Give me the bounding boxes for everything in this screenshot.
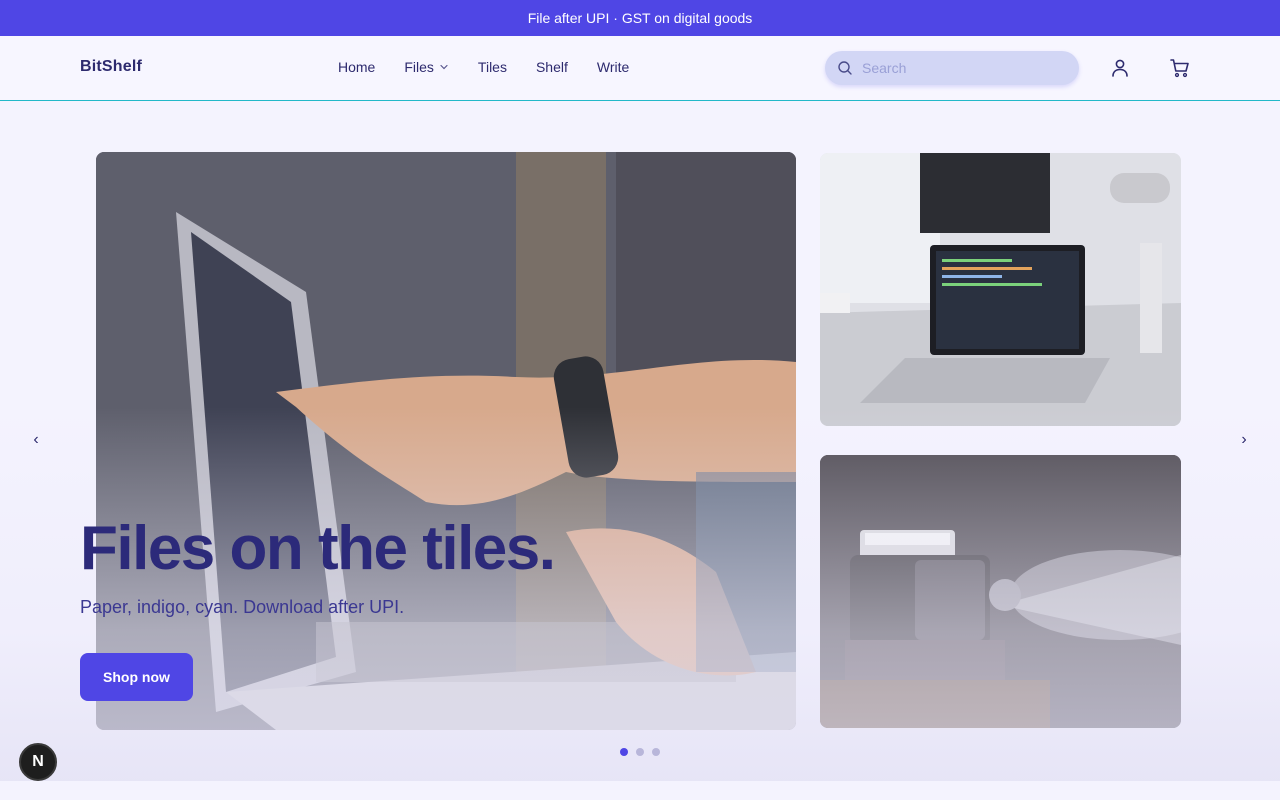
search-box[interactable] — [825, 51, 1079, 85]
carousel-dot-1[interactable] — [620, 748, 628, 756]
tile-projector[interactable] — [820, 455, 1181, 728]
search-icon — [838, 61, 852, 75]
user-icon[interactable] — [1108, 56, 1132, 80]
laptop-desk-photo — [820, 153, 1181, 426]
search-input[interactable] — [862, 60, 1062, 76]
carousel-dot-3[interactable] — [652, 748, 660, 756]
nav-home-label: Home — [338, 59, 376, 75]
site-header: BitShelf Home Files Tiles Shelf Write — [0, 36, 1280, 101]
carousel-dot-2[interactable] — [636, 748, 644, 756]
chevron-down-icon — [440, 64, 448, 70]
laptop-hand-photo — [96, 152, 796, 730]
hero-subline: Paper, indigo, cyan. Download after UPI. — [80, 597, 405, 617]
nav-home[interactable]: Home — [338, 59, 375, 75]
tile-laptop-desk[interactable] — [820, 153, 1181, 426]
hero-main-image — [96, 152, 796, 730]
cart-icon[interactable] — [1168, 56, 1192, 80]
nav-shelf[interactable]: Shelf — [536, 59, 568, 75]
announcement-text: File after UPI · GST on digital goods — [527, 10, 753, 26]
shop-now-button[interactable]: Shop now — [80, 653, 193, 701]
projector-photo — [820, 455, 1181, 728]
carousel-prev-button[interactable]: ‹ — [28, 431, 44, 451]
nav-write-label: Write — [596, 59, 630, 75]
carousel-dots — [620, 748, 660, 756]
nav-files-label: Files — [404, 59, 434, 75]
announcement-bar: File after UPI · GST on digital goods — [0, 0, 1280, 36]
nav-files[interactable]: Files — [404, 59, 449, 75]
logo[interactable]: BitShelf — [80, 58, 142, 76]
dev-badge[interactable]: N — [19, 743, 57, 781]
hero-carousel: Files on the tiles. Paper, indigo, cyan.… — [0, 101, 1280, 781]
main-nav: Home Files Tiles Shelf Write — [338, 59, 658, 75]
nav-write[interactable]: Write — [597, 59, 629, 75]
nav-tiles-label: Tiles — [477, 59, 507, 75]
page-footer-strip — [0, 781, 1280, 800]
nav-tiles[interactable]: Tiles — [478, 59, 507, 75]
hero-headline: Files on the tiles. — [80, 514, 556, 583]
nav-shelf-label: Shelf — [535, 59, 568, 75]
carousel-next-button[interactable]: › — [1236, 431, 1252, 451]
